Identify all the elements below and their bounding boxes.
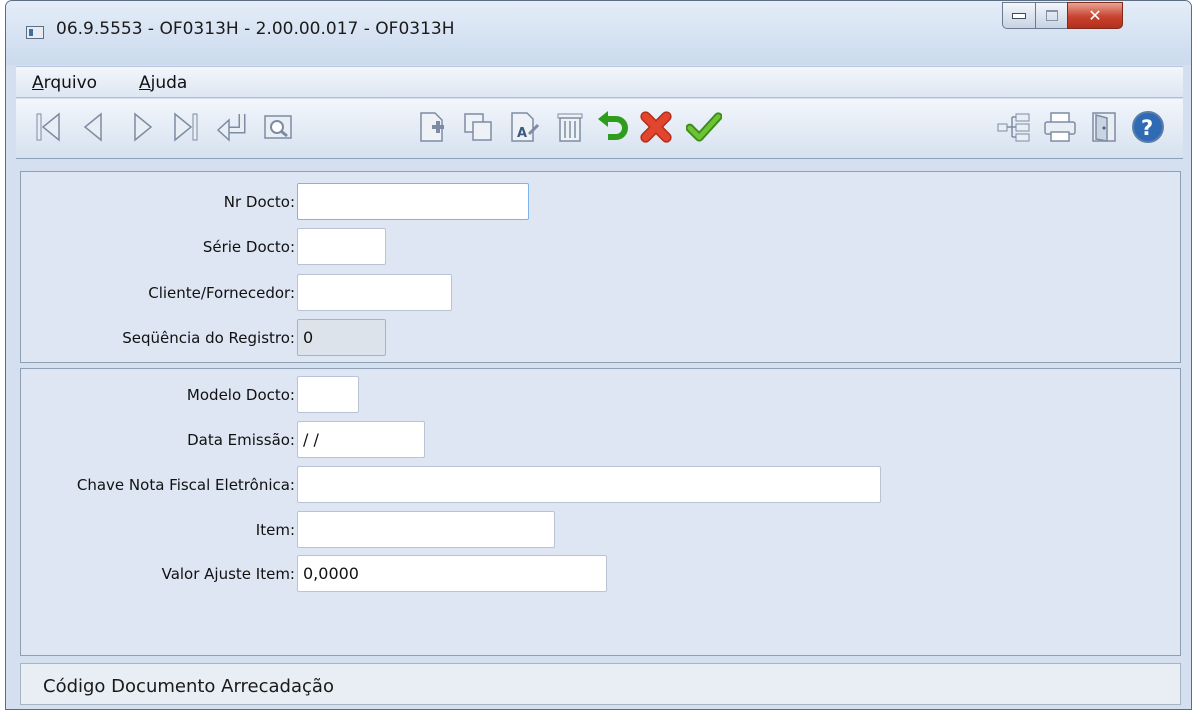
goto-return-button[interactable] [214,109,250,145]
first-record-icon [36,112,60,142]
cancel-icon [640,111,672,143]
print-button[interactable] [1042,109,1078,145]
status-text: Código Documento Arrecadação [43,676,334,697]
svg-text:?: ? [1141,116,1153,140]
menu-arquivo[interactable]: Arquivo [32,73,97,93]
print-icon [1044,112,1076,142]
first-record-button[interactable] [30,109,66,145]
copy-record-button[interactable] [460,109,496,145]
minimize-icon [1012,12,1026,19]
chave-nfe-label: Chave Nota Fiscal Eletrônica: [76,476,295,494]
document-key-panel: Nr Docto: Série Docto: Cliente/Fornecedo… [20,171,1181,363]
close-icon: ✕ [1088,6,1102,25]
delete-record-button[interactable] [552,109,588,145]
menu-ajuda-mnemonic: A [139,73,151,93]
cliente-fornecedor-field[interactable] [297,274,452,311]
new-record-button[interactable] [414,109,450,145]
undo-icon [598,111,628,140]
toolbar: A ? [16,99,1183,159]
document-details-panel: Modelo Docto: Data Emissão: / / Chave No… [20,368,1181,656]
tree-navigation-button[interactable] [996,109,1032,145]
tree-navigation-icon [997,113,1030,142]
next-record-icon [134,112,153,142]
menu-bar: Arquivo Ajuda [16,66,1183,98]
data-emissao-field[interactable]: / / [297,421,425,458]
maximize-button[interactable] [1035,2,1068,29]
last-record-button[interactable] [168,109,204,145]
maximize-icon [1045,10,1058,21]
valor-ajuste-item-field[interactable]: 0,0000 [297,555,607,592]
search-zoom-icon [264,115,292,139]
menu-ajuda[interactable]: Ajuda [139,73,187,93]
new-record-icon [420,112,444,142]
serie-docto-label: Série Docto: [202,238,295,256]
delete-record-icon [557,113,583,142]
edit-record-icon: A [511,112,540,142]
serie-docto-field[interactable] [297,228,386,265]
exit-button[interactable] [1086,109,1122,145]
window-title: 06.9.5553 - OF0313H - 2.00.00.017 - OF03… [56,19,455,39]
item-label: Item: [255,521,295,539]
modelo-docto-label: Modelo Docto: [186,386,295,404]
help-button[interactable]: ? [1130,109,1166,145]
app-icon[interactable] [26,26,44,39]
copy-record-icon [464,113,492,141]
menu-ajuda-label: juda [150,73,188,93]
nr-docto-label: Nr Docto: [223,193,295,211]
nr-docto-field[interactable] [297,183,529,220]
confirm-icon [686,112,722,142]
prev-record-icon [83,112,102,142]
menu-arquivo-mnemonic: A [32,73,44,93]
edit-record-button[interactable]: A [506,109,542,145]
help-icon: ? [1132,111,1164,143]
title-bar[interactable]: 06.9.5553 - OF0313H - 2.00.00.017 - OF03… [6,1,1191,65]
valor-ajuste-item-label: Valor Ajuste Item: [161,565,295,583]
data-emissao-label: Data Emissão: [187,431,295,449]
item-field[interactable] [297,511,555,548]
minimize-button[interactable] [1002,2,1036,29]
confirm-button[interactable] [686,109,722,145]
status-bar: Código Documento Arrecadação [20,663,1181,705]
close-button[interactable]: ✕ [1067,2,1123,29]
sequencia-registro-field[interactable]: 0 [297,319,386,356]
last-record-icon [174,112,198,142]
modelo-docto-field[interactable] [297,376,359,413]
svg-text:A: A [517,126,527,141]
undo-button[interactable] [596,109,632,145]
cliente-fornecedor-label: Cliente/Fornecedor: [148,284,295,302]
exit-door-icon [1092,112,1116,142]
next-record-button[interactable] [124,109,160,145]
cancel-button[interactable] [638,109,674,145]
menu-arquivo-label: rquivo [43,73,98,93]
sequencia-registro-label: Seqüência do Registro: [122,329,295,347]
application-window: 06.9.5553 - OF0313H - 2.00.00.017 - OF03… [5,0,1192,710]
prev-record-button[interactable] [76,109,112,145]
goto-return-icon [216,114,246,142]
search-zoom-button[interactable] [260,109,296,145]
chave-nfe-field[interactable] [297,466,881,503]
